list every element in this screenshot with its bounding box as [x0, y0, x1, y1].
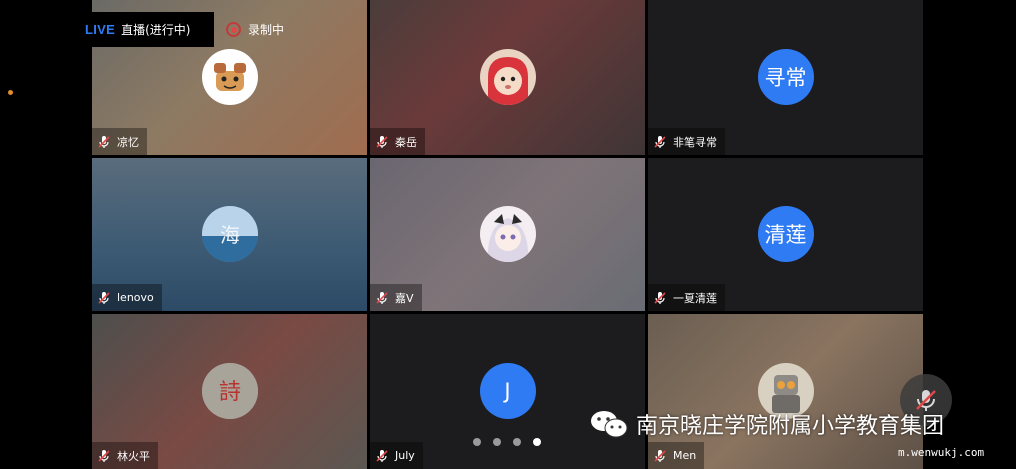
- participant-nametag: 林火平: [92, 442, 158, 469]
- mic-muted-icon: [652, 290, 668, 306]
- svg-text:詩: 詩: [218, 380, 240, 405]
- anime-girl-avatar: [479, 206, 536, 262]
- recording-indicator[interactable]: 录制中: [226, 21, 284, 38]
- wechat-watermark: 南京晓庄学院附属小学教育集团: [590, 408, 944, 440]
- recording-label: 录制中: [248, 23, 285, 37]
- participant-name: July: [395, 449, 415, 462]
- participant-tile[interactable]: 清莲 一夏清莲: [648, 158, 923, 311]
- participant-tile[interactable]: Men: [648, 314, 923, 469]
- participant-nametag: July: [370, 442, 423, 469]
- video-grid: 凉忆 秦岳 寻常 非笔寻常 海 lenovo 嘉V 清莲 一夏清莲 詩 林火平 …: [92, 0, 924, 469]
- participant-name: 秦岳: [395, 135, 417, 149]
- mic-muted-icon: [652, 134, 668, 150]
- mic-muted-icon: [374, 134, 390, 150]
- participant-nametag: Men: [648, 442, 705, 469]
- avatar-initials: J: [504, 379, 511, 403]
- mic-muted-icon: [96, 134, 112, 150]
- participant-tile[interactable]: 海 lenovo: [92, 158, 367, 311]
- participant-name: lenovo: [117, 291, 154, 304]
- participant-nametag: 非笔寻常: [648, 128, 725, 155]
- participant-name: 非笔寻常: [673, 135, 717, 149]
- text-avatar: 寻常: [757, 49, 814, 105]
- page-dot[interactable]: [473, 438, 481, 446]
- participant-nametag: lenovo: [92, 284, 162, 311]
- watermark-text: 南京晓庄学院附属小学教育集团: [636, 414, 945, 439]
- mic-muted-icon: [96, 290, 112, 306]
- avatar-initials: 清莲: [764, 223, 807, 247]
- participant-nametag: 凉忆: [92, 128, 147, 155]
- text-avatar: 清莲: [757, 206, 814, 262]
- participant-name: Men: [673, 449, 697, 462]
- participant-nametag: 秦岳: [370, 128, 425, 155]
- page-dot[interactable]: [513, 438, 521, 446]
- page-dot-active[interactable]: [533, 438, 541, 446]
- sea-calligraphy-avatar: 海: [201, 206, 258, 262]
- live-status-bar[interactable]: LIVE 直播(进行中): [78, 12, 214, 47]
- page-indicator[interactable]: [473, 438, 541, 446]
- calligraphy-avatar: 詩: [201, 363, 258, 419]
- participant-tile[interactable]: 秦岳: [370, 0, 645, 155]
- participant-name: 一夏清莲: [673, 291, 717, 305]
- participant-name: 嘉V: [395, 291, 414, 305]
- mic-muted-icon: [374, 290, 390, 306]
- live-badge: LIVE: [85, 22, 116, 37]
- avatar-initials: 寻常: [764, 66, 807, 90]
- participant-nametag: 嘉V: [370, 284, 422, 311]
- participant-tile[interactable]: 寻常 非笔寻常: [648, 0, 923, 155]
- participant-tile[interactable]: 詩 林火平: [92, 314, 367, 469]
- participant-name: 凉忆: [117, 135, 139, 149]
- child-photo-avatar: [479, 49, 536, 105]
- site-watermark: m.wenwukj.com: [898, 446, 985, 459]
- mic-muted-icon: [652, 448, 668, 464]
- mic-muted-icon: [96, 448, 112, 464]
- text-avatar: J: [479, 363, 536, 419]
- live-status-text: 直播(进行中): [121, 23, 191, 37]
- page-dot[interactable]: [493, 438, 501, 446]
- participant-tile[interactable]: 嘉V: [370, 158, 645, 311]
- cartoon-avatar: [201, 49, 258, 105]
- wechat-icon: [591, 411, 628, 438]
- mic-muted-icon: [374, 448, 390, 464]
- participant-name: 林火平: [117, 449, 150, 463]
- participant-nametag: 一夏清莲: [648, 284, 725, 311]
- record-icon: [226, 22, 241, 37]
- svg-text:海: 海: [220, 223, 240, 247]
- side-indicator-dot: [8, 90, 13, 95]
